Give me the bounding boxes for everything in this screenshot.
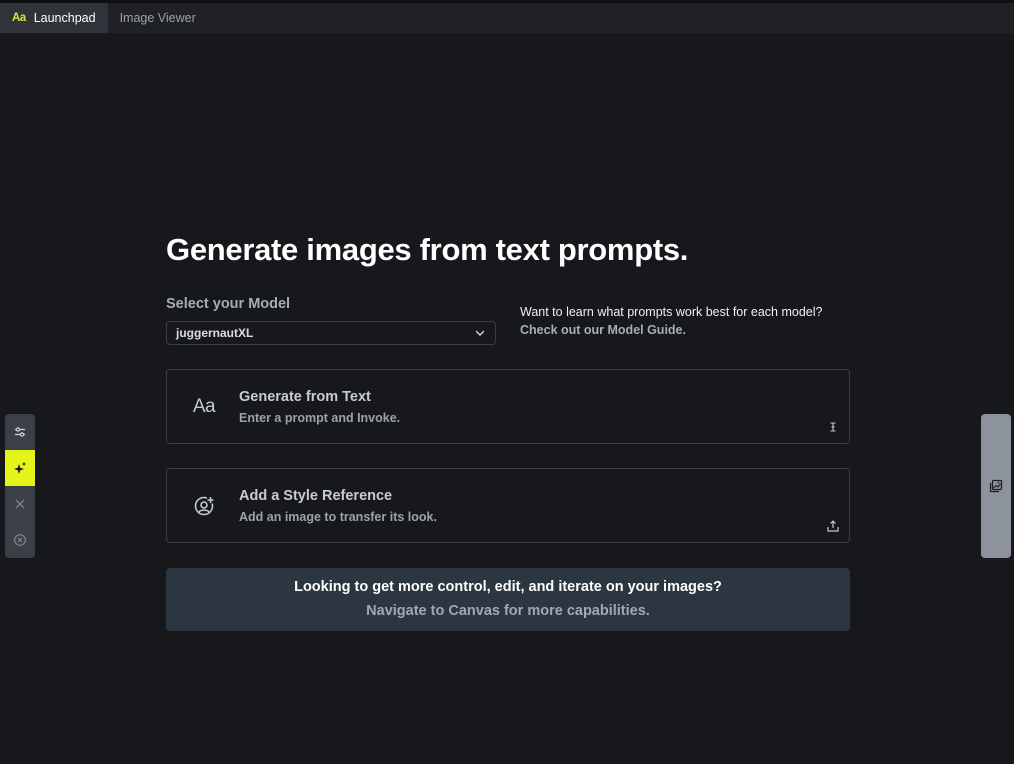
model-select-label: Select your Model xyxy=(166,296,291,312)
tab-label: Image Viewer xyxy=(119,11,196,25)
model-guide-link[interactable]: Check out our Model Guide. xyxy=(520,321,822,339)
text-aa-icon: Aa xyxy=(12,12,26,24)
sparkle-invoke-icon xyxy=(14,462,26,474)
text-cursor-icon xyxy=(830,422,836,432)
add-style-reference-card[interactable]: Add a Style Reference Add an image to tr… xyxy=(166,468,850,543)
cancel-current-button[interactable] xyxy=(5,486,35,522)
left-floating-toolbar xyxy=(5,414,35,558)
close-icon xyxy=(15,499,25,509)
card-title: Generate from Text xyxy=(239,389,371,405)
tab-image-viewer[interactable]: Image Viewer xyxy=(108,3,208,33)
upload-icon xyxy=(827,520,839,532)
cancel-all-button[interactable] xyxy=(5,522,35,558)
card-subtitle: Enter a prompt and Invoke. xyxy=(239,411,401,425)
model-select-dropdown[interactable]: juggernautXL xyxy=(166,321,496,345)
text-aa-icon: Aa xyxy=(192,396,216,417)
page-title: Generate images from text prompts. xyxy=(166,232,689,267)
chevron-down-icon xyxy=(475,330,485,336)
app-window: Aa Launchpad Image Viewer Generate image… xyxy=(0,0,1014,764)
user-circle-plus-icon xyxy=(191,493,217,519)
cancel-circle-icon xyxy=(14,534,26,546)
toggle-gallery-panel-button[interactable] xyxy=(981,414,1011,558)
toggle-settings-panel-button[interactable] xyxy=(5,414,35,450)
gallery-images-icon xyxy=(989,479,1003,493)
banner-title: Looking to get more control, edit, and i… xyxy=(294,579,722,595)
selected-model-value: juggernautXL xyxy=(176,326,254,340)
tab-bar: Aa Launchpad Image Viewer xyxy=(0,3,1014,33)
card-subtitle: Add an image to transfer its look. xyxy=(239,510,437,524)
sliders-icon xyxy=(15,427,25,437)
tab-label: Launchpad xyxy=(33,11,96,25)
model-guide-text: Want to learn what prompts work best for… xyxy=(520,305,823,319)
tab-launchpad[interactable]: Aa Launchpad xyxy=(0,3,108,33)
canvas-callout-banner: Looking to get more control, edit, and i… xyxy=(166,568,850,631)
navigate-to-canvas-link[interactable]: Navigate to Canvas for more capabilities… xyxy=(166,603,850,619)
invoke-button[interactable] xyxy=(5,450,35,486)
model-guide-info: Want to learn what prompts work best for… xyxy=(520,303,822,339)
card-title: Add a Style Reference xyxy=(239,488,393,504)
generate-from-text-card[interactable]: Aa Generate from Text Enter a prompt and… xyxy=(166,369,850,444)
